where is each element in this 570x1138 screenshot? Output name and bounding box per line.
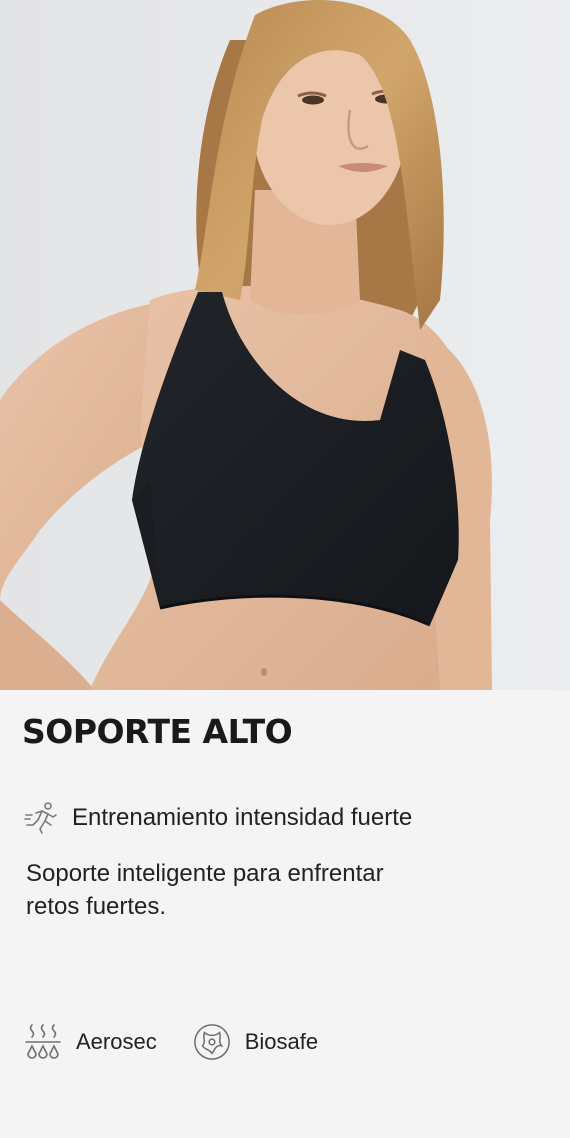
feature-biosafe: Biosafe	[193, 1022, 318, 1062]
steam-drops-icon	[25, 1024, 61, 1059]
feature-label: Biosafe	[244, 1029, 319, 1054]
product-title: SOPORTE ALTO	[22, 712, 293, 751]
feature-list: Aerosec Biosafe	[24, 1022, 354, 1062]
feature-label: Aerosec	[76, 1029, 157, 1054]
model-illustration	[0, 0, 570, 690]
molecule-shield-icon	[193, 1024, 230, 1060]
feature-aerosec: Aerosec	[24, 1022, 157, 1062]
product-description: Soporte inteligente para enfrentar retos…	[26, 860, 384, 920]
product-image[interactable]	[0, 0, 570, 690]
activity-level: Entrenamiento intensidad fuerte	[24, 800, 412, 836]
running-person-icon	[24, 802, 57, 834]
product-info: SOPORTE ALTO Entrenamiento intensidad fu…	[0, 690, 570, 1138]
activity-label: Entrenamiento intensidad fuerte	[72, 804, 413, 831]
product-card[interactable]: SOPORTE ALTO Entrenamiento intensidad fu…	[0, 0, 570, 1138]
